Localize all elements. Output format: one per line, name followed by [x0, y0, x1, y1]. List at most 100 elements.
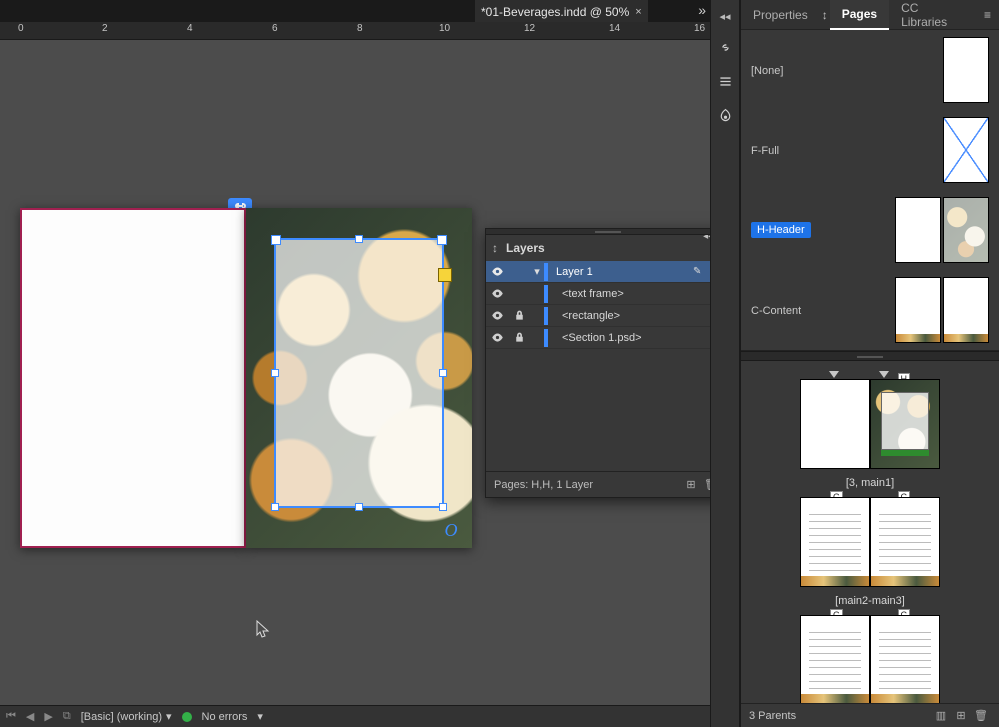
panel-resize-icon[interactable]: ↕ — [820, 8, 830, 22]
layer-color-chip — [544, 307, 548, 325]
section-marker-icon — [879, 371, 889, 378]
visibility-toggle-icon[interactable] — [486, 287, 508, 300]
layer-name[interactable]: Layer 1 — [554, 266, 693, 278]
panel-resize-icon[interactable]: ↕ — [492, 241, 498, 255]
ruler-label: 10 — [439, 23, 450, 34]
parent-thumb[interactable] — [895, 197, 941, 263]
page-thumb[interactable] — [870, 379, 940, 469]
layers-footer: Pages: H,H, 1 Layer ⊞ 🗑 — [486, 471, 729, 497]
parent-thumb[interactable] — [895, 277, 941, 343]
parent-label: F-Full — [751, 143, 833, 157]
horizontal-ruler: 0 2 4 6 8 10 12 14 16 — [0, 22, 710, 40]
page-thumb[interactable] — [800, 497, 870, 587]
disclosure-icon[interactable]: ▾ — [530, 265, 544, 278]
parent-thumb[interactable] — [943, 277, 989, 343]
layer-list: ▾ Layer 1 ✎ ▸ <text frame> ▸ <r — [486, 261, 729, 471]
page-nav-open-icon[interactable]: ⧉ — [63, 710, 71, 723]
close-icon[interactable]: × — [635, 6, 641, 18]
document-tab[interactable]: *01-Beverages.indd @ 50% × — [475, 0, 648, 22]
parent-label: H-Header — [751, 222, 811, 238]
visibility-toggle-icon[interactable] — [486, 265, 508, 278]
workspace-preset-dropdown[interactable]: [Basic] (working) ▾ — [81, 710, 172, 723]
parent-thumb[interactable] — [943, 117, 989, 183]
links-panel-icon[interactable] — [715, 37, 735, 57]
new-page-icon[interactable]: ⊞ — [951, 709, 971, 722]
page-thumb[interactable] — [800, 615, 870, 703]
panel-grip[interactable] — [486, 229, 729, 235]
tab-properties[interactable]: Properties — [741, 0, 820, 30]
dock-expand-icon[interactable]: ◂◂ — [719, 10, 730, 23]
ruler-label: 8 — [357, 23, 363, 34]
overset-text-icon[interactable]: O — [442, 520, 460, 538]
ruler-label: 0 — [18, 23, 24, 34]
layer-color-chip — [544, 263, 548, 281]
layer-item-row[interactable]: ▸ <text frame> — [486, 283, 729, 305]
spread-thumb[interactable]: C C — [800, 497, 940, 587]
cursor-icon — [256, 620, 270, 638]
ruler-label: 2 — [102, 23, 108, 34]
new-layer-icon[interactable]: ⊞ — [681, 478, 701, 491]
spread-thumb[interactable]: C C — [800, 615, 940, 703]
visibility-toggle-icon[interactable] — [486, 309, 508, 322]
parent-page-row[interactable]: C-Content — [741, 270, 999, 350]
page-thumb[interactable] — [870, 497, 940, 587]
page-left[interactable] — [20, 208, 246, 548]
ruler-label: 16 — [694, 23, 705, 34]
document-spread: O — [20, 208, 472, 548]
pages-footer-text: 3 Parents — [749, 710, 796, 722]
lock-toggle-icon[interactable] — [508, 331, 530, 344]
section-marker-icon — [829, 371, 839, 378]
parent-page-row[interactable]: [None] — [741, 30, 999, 110]
delete-page-icon[interactable]: 🗑 — [971, 709, 991, 722]
edit-page-size-icon[interactable]: ▥ — [931, 709, 951, 722]
parent-page-row[interactable]: F-Full — [741, 110, 999, 190]
layers-footer-text: Pages: H,H, 1 Layer — [494, 479, 593, 491]
parent-label: [None] — [751, 63, 833, 77]
ruler-label: 6 — [272, 23, 278, 34]
ruler-label: 4 — [187, 23, 193, 34]
paragraph-styles-panel-icon[interactable] — [715, 71, 735, 91]
parent-label: C-Content — [751, 303, 833, 317]
parent-pages-section: [None] F-Full H-Header C-Content — [741, 30, 999, 351]
layer-color-chip — [544, 329, 548, 347]
visibility-toggle-icon[interactable] — [486, 331, 508, 344]
page-nav-first-icon[interactable]: ⏮ — [6, 710, 16, 723]
page-nav-next-icon[interactable]: ▶ — [44, 710, 52, 723]
layer-item-row[interactable]: ▸ <Section 1.psd> — [486, 327, 729, 349]
preflight-ok-icon — [182, 712, 192, 722]
panel-menu-icon[interactable]: ≡ — [976, 8, 999, 22]
spread-label: [3, main1] — [846, 477, 894, 489]
status-bar: ⏮ ◀ ▶ ⧉ [Basic] (working) ▾ No errors ▾ — [0, 705, 710, 727]
right-panel-tabs: Properties ↕ Pages CC Libraries ≡ — [741, 0, 999, 30]
adornment-icon[interactable] — [438, 268, 452, 282]
pages-panel-footer: 3 Parents ▥ ⊞ 🗑 — [741, 703, 999, 727]
chevron-down-icon[interactable]: ▾ — [257, 710, 263, 723]
tab-pages[interactable]: Pages — [830, 0, 889, 30]
layers-panel[interactable]: ◂◂ × ↕ Layers ≡ ▾ Layer 1 ✎ ▸ <text fram — [485, 228, 730, 498]
tab-cc-libraries[interactable]: CC Libraries — [889, 0, 976, 30]
page-right[interactable]: O — [246, 208, 472, 548]
lock-toggle-icon[interactable] — [508, 309, 530, 322]
layer-item-name[interactable]: <Section 1.psd> — [554, 332, 711, 344]
parent-page-row[interactable]: H-Header — [741, 190, 999, 270]
tabbar-overflow-icon[interactable]: » — [698, 2, 706, 18]
swatches-panel-icon[interactable] — [715, 105, 735, 125]
spread-thumb[interactable]: H — [800, 379, 940, 469]
page-nav-prev-icon[interactable]: ◀ — [26, 710, 34, 723]
page-thumb[interactable] — [800, 379, 870, 469]
layers-tab[interactable]: Layers — [506, 241, 545, 255]
layer-row[interactable]: ▾ Layer 1 ✎ — [486, 261, 729, 283]
chevron-down-icon: ▾ — [166, 710, 172, 723]
layer-item-row[interactable]: ▸ <rectangle> — [486, 305, 729, 327]
parent-thumb[interactable] — [943, 37, 989, 103]
layer-item-name[interactable]: <text frame> — [554, 288, 711, 300]
page-thumb[interactable] — [870, 615, 940, 703]
selected-text-frame[interactable] — [274, 238, 444, 508]
pen-target-icon[interactable]: ✎ — [693, 266, 707, 277]
spread-label: [main2-main3] — [835, 595, 905, 607]
layer-item-name[interactable]: <rectangle> — [554, 310, 711, 322]
preflight-status[interactable]: No errors — [202, 711, 248, 723]
section-divider[interactable] — [741, 351, 999, 361]
layer-color-chip — [544, 285, 548, 303]
parent-thumb[interactable] — [943, 197, 989, 263]
